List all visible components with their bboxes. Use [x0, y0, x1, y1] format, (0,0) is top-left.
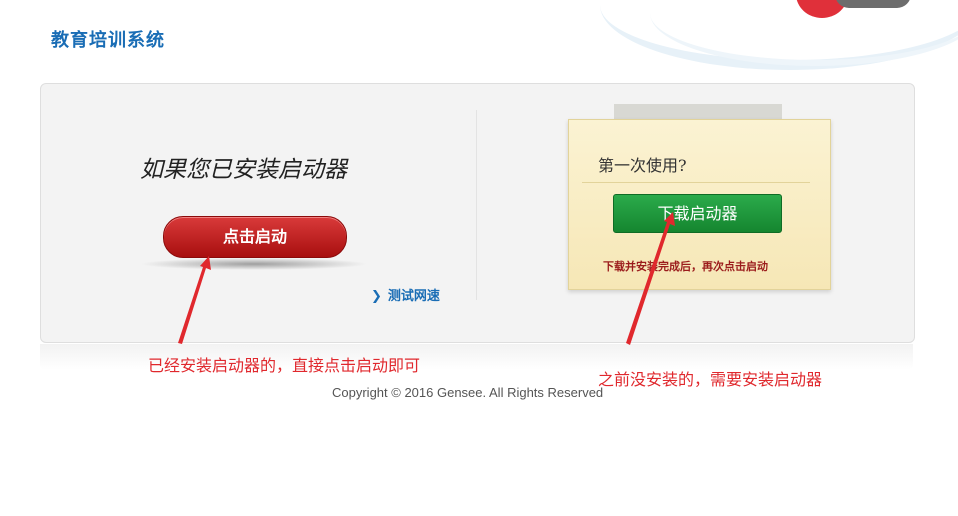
- header-decoration: [560, 0, 958, 75]
- app-title: 教育培训系统: [51, 30, 165, 51]
- annotation-right: 之前没安装的，需要安装启动器: [598, 370, 823, 389]
- start-button-shadow: [140, 258, 368, 270]
- chevron-right-icon: ❯: [371, 289, 382, 304]
- header-tab: [835, 0, 911, 8]
- start-button[interactable]: 点击启动: [163, 216, 347, 258]
- download-hint: 下载并安装完成后，再次点击启动: [603, 260, 768, 273]
- installed-heading: 如果您已安装启动器: [140, 157, 347, 183]
- download-launcher-button[interactable]: 下载启动器: [613, 194, 782, 233]
- speed-test-link[interactable]: ❯ 测试网速: [371, 285, 440, 304]
- speed-test-label: 测试网速: [387, 289, 440, 304]
- copyright-text: Copyright © 2016 Gensee. All Rights Rese…: [332, 385, 604, 400]
- note-divider: [582, 182, 810, 183]
- annotation-left: 已经安装启动器的，直接点击启动即可: [148, 356, 421, 375]
- first-use-title: 第一次使用?: [598, 156, 687, 175]
- panel-divider: [476, 110, 477, 300]
